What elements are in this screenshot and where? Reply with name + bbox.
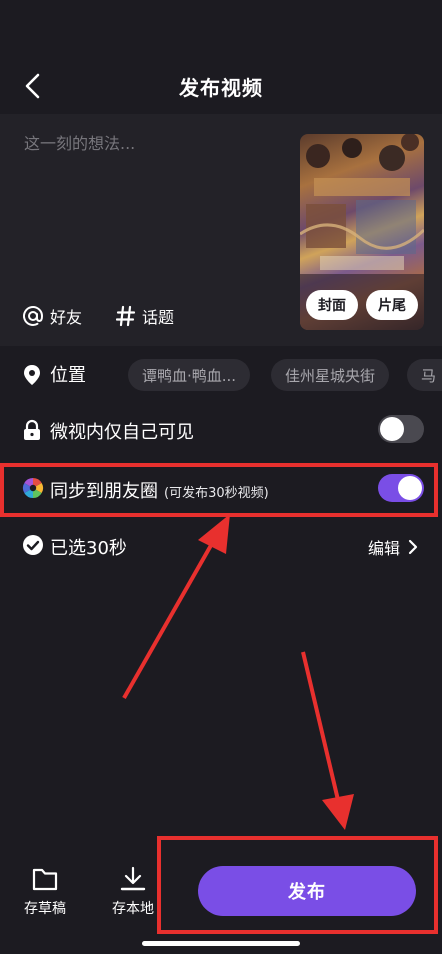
- video-thumbnail[interactable]: 封面 片尾: [300, 134, 424, 330]
- save-draft-label: 存草稿: [24, 901, 66, 917]
- download-icon: [120, 866, 146, 891]
- annotation-arrow-down: [301, 651, 354, 830]
- add-topic-button[interactable]: 话题: [116, 304, 174, 328]
- selected-duration-label: 已选30秒: [50, 538, 127, 559]
- location-chip-2[interactable]: 佳州星城央街: [271, 359, 390, 391]
- thoughts-input[interactable]: [24, 134, 274, 153]
- lock-icon: [22, 419, 42, 441]
- edit-label: 编辑: [367, 539, 400, 558]
- at-icon: [23, 306, 44, 326]
- folder-icon: [32, 868, 58, 891]
- location-row: 位置 谭鸭血·鸭血... 佳州星城央街 马: [0, 359, 442, 391]
- location-chip-3[interactable]: 马: [407, 359, 442, 391]
- privacy-row: 微视内仅自己可见: [0, 414, 442, 444]
- privacy-label: 微视内仅自己可见: [50, 422, 194, 443]
- sync-moments-sublabel: (可发布30秒视频): [164, 486, 269, 501]
- selected-duration-row: 已选30秒 编辑: [0, 530, 442, 560]
- publish-button[interactable]: 发布: [198, 866, 416, 916]
- home-indicator: [142, 941, 300, 946]
- save-draft-button[interactable]: 存草稿: [15, 866, 75, 918]
- wechat-moments-icon: [22, 477, 44, 499]
- sync-moments-toggle[interactable]: [378, 474, 424, 502]
- compose-area: 好友 话题 封面 片尾: [0, 114, 442, 346]
- cover-button[interactable]: 封面: [306, 290, 358, 320]
- topic-label: 话题: [142, 308, 175, 327]
- mention-friends-button[interactable]: 好友: [22, 304, 82, 328]
- toggle-knob: [380, 417, 404, 441]
- check-circle-icon: [22, 534, 44, 556]
- save-local-label: 存本地: [112, 901, 154, 917]
- sync-moments-label-group: 同步到朋友圈 (可发布30秒视频): [50, 477, 269, 503]
- location-pin-icon: [22, 364, 42, 386]
- friends-label: 好友: [50, 308, 83, 327]
- location-chip-1[interactable]: 谭鸭血·鸭血...: [128, 359, 251, 391]
- hash-icon: [116, 305, 136, 327]
- page-title: 发布视频: [179, 76, 263, 100]
- sync-moments-row: 同步到朋友圈 (可发布30秒视频): [0, 473, 442, 503]
- edit-button[interactable]: 编辑: [368, 535, 418, 559]
- save-local-button[interactable]: 存本地: [103, 866, 163, 918]
- ending-button[interactable]: 片尾: [366, 290, 418, 320]
- header: 发布视频: [0, 58, 442, 114]
- privacy-toggle[interactable]: [378, 415, 424, 443]
- chevron-right-icon: [408, 539, 418, 555]
- location-label: 位置: [50, 365, 86, 386]
- toggle-knob: [398, 476, 422, 500]
- sync-moments-label: 同步到朋友圈: [50, 481, 158, 502]
